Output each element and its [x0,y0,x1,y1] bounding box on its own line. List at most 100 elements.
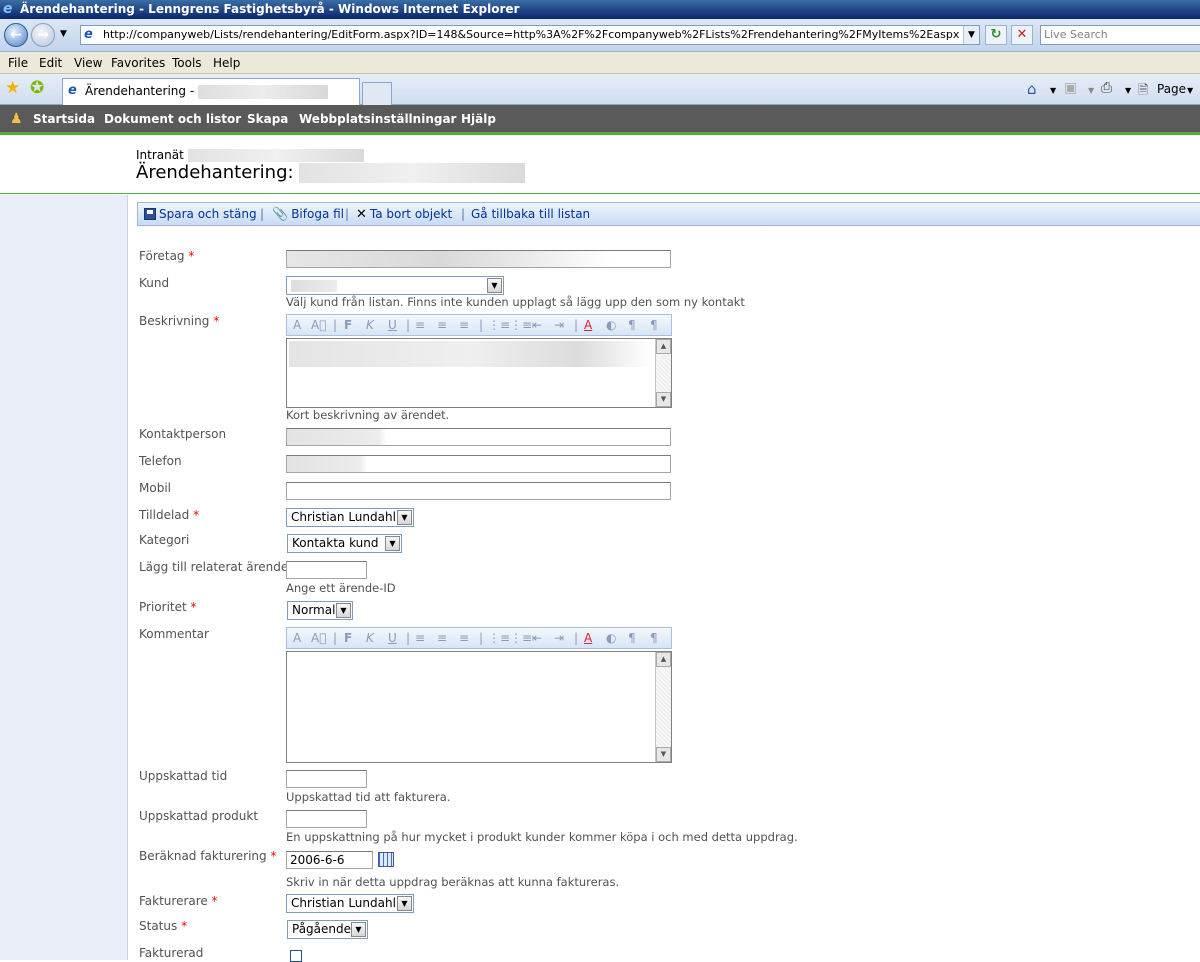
kommentar-scrollbar[interactable]: ▲ ▼ [655,652,671,762]
save-and-close-button[interactable]: Spara och stäng [144,207,257,221]
mobil-input[interactable] [286,482,671,500]
rte-text-color-icon[interactable]: A [584,631,592,645]
back-button[interactable]: ← [4,23,28,47]
menu-file[interactable]: File [8,56,28,70]
foretag-input[interactable] [286,250,671,268]
menu-view[interactable]: View [74,56,102,70]
rte-bold-icon[interactable]: F [344,631,352,645]
rte-align-right-icon[interactable]: ≡ [459,318,469,332]
rte-highlight-icon[interactable]: ◐ [606,318,616,332]
forward-button[interactable]: → [31,23,55,47]
menu-help[interactable]: Help [213,56,240,70]
rte-numbered-list-icon[interactable]: ⋮≡ [488,631,510,645]
rte-align-center-icon[interactable]: ≡ [437,631,447,645]
calendar-icon[interactable] [378,852,394,867]
status-dropdown-icon[interactable]: ▼ [351,922,366,937]
print-dropdown-icon[interactable]: ▼ [1125,86,1131,95]
telefon-input[interactable] [286,455,671,473]
feeds-icon[interactable]: ▣ [1064,80,1077,96]
nav-hjalp[interactable]: Hjälp [461,112,496,126]
menu-favorites[interactable]: Favorites [111,56,165,70]
kommentar-editor[interactable]: ▲ ▼ [286,651,672,763]
menu-edit[interactable]: Edit [39,56,62,70]
refresh-button[interactable]: ↻ [985,25,1007,45]
scroll-down-icon[interactable]: ▼ [656,392,671,407]
rte-rtl-icon[interactable]: ¶ [650,318,658,332]
rte-align-left-icon[interactable]: ≡ [415,631,425,645]
scroll-up-icon[interactable]: ▲ [656,339,671,354]
kategori-dropdown-icon[interactable]: ▼ [385,536,400,551]
rte-bold-icon[interactable]: F [344,318,352,332]
rte-indent-icon[interactable]: ⇥ [554,631,564,645]
rte-ltr-icon[interactable]: ¶ [628,631,636,645]
beskrivning-scrollbar[interactable]: ▲ ▼ [655,339,671,407]
rte-underline-icon[interactable]: U [388,318,397,332]
rte-font-size-icon[interactable]: A⃝ [311,318,326,332]
live-search-input[interactable]: Live Search [1040,25,1200,45]
tab-arendehantering[interactable]: e Ärendehantering - [62,78,360,105]
rte-text-color-icon[interactable]: A [584,318,592,332]
rte-font-icon[interactable]: A [293,631,301,645]
beraknad-fakturering-input[interactable]: 2006-6-6 [286,851,373,869]
url-input[interactable]: e http://companyweb/Lists/rendehantering… [80,25,980,45]
back-to-list-button[interactable]: Gå tillbaka till listan [471,207,590,221]
rte-align-center-icon[interactable]: ≡ [437,318,447,332]
rte-underline-icon[interactable]: U [388,631,397,645]
rte-outdent-icon[interactable]: ⇤ [532,318,542,332]
menu-tools[interactable]: Tools [172,56,202,70]
rte-outdent-icon[interactable]: ⇤ [532,631,542,645]
page-menu-label[interactable]: Page [1157,82,1186,96]
page-dropdown-icon[interactable]: ▼ [1187,86,1193,95]
rte-highlight-icon[interactable]: ◐ [606,631,616,645]
rte-italic-icon[interactable]: K [366,318,374,332]
favorites-star-icon[interactable]: ★ [5,80,20,97]
label-tilldelad-text: Tilldelad [139,508,190,522]
new-tab-button[interactable] [362,82,392,105]
print-icon[interactable]: ⎙ [1101,80,1112,96]
rte-font-icon[interactable]: A [293,318,301,332]
home-icon[interactable]: ⌂ [1027,80,1037,98]
rte-rtl-icon[interactable]: ¶ [650,631,658,645]
page-menu-icon[interactable]: 🗎 [1138,81,1148,103]
rte-ltr-icon[interactable]: ¶ [628,318,636,332]
nav-skapa[interactable]: Skapa [247,112,288,126]
rte-font-size-icon[interactable]: A⃝ [311,631,326,645]
kund-dropdown-icon[interactable]: ▼ [487,278,502,293]
tilldelad-select[interactable]: Christian Lundahl ▼ [286,508,414,527]
rte-numbered-list-icon[interactable]: ⋮≡ [488,318,510,332]
uppskattad-tid-input[interactable] [286,770,367,788]
fakturerad-checkbox[interactable] [290,950,302,962]
breadcrumb-intranat[interactable]: Intranät [136,148,184,162]
home-dropdown-icon[interactable]: ▼ [1050,86,1056,95]
url-dropdown-icon[interactable]: ▼ [963,26,979,44]
kontaktperson-input[interactable] [286,428,671,446]
nav-startsida[interactable]: Startsida [33,112,95,126]
scroll-down-icon[interactable]: ▼ [656,747,671,762]
scroll-up-icon[interactable]: ▲ [656,652,671,667]
prioritet-dropdown-icon[interactable]: ▼ [336,603,351,618]
nav-webbplatsinstallningar[interactable]: Webbplatsinställningar [299,112,456,126]
fakturerare-select[interactable]: Christian Lundahl ▼ [286,894,414,913]
relaterat-arende-input[interactable] [286,561,367,579]
uppskattad-produkt-input[interactable] [286,810,367,828]
prioritet-select[interactable]: Normal ▼ [287,601,353,620]
history-dropdown-icon[interactable]: ▼ [60,29,67,39]
beskrivning-editor[interactable]: ▲ ▼ [286,338,672,408]
rte-italic-icon[interactable]: K [366,631,374,645]
rte-bullet-list-icon[interactable]: ⋮≡ [510,631,532,645]
status-select[interactable]: Pågående ▼ [287,920,368,939]
kategori-select[interactable]: Kontakta kund ▼ [287,534,402,553]
rte-bullet-list-icon[interactable]: ⋮≡ [510,318,532,332]
stop-button[interactable]: ✕ [1011,25,1033,45]
nav-dokument-och-listor[interactable]: Dokument och listor [104,112,241,126]
tilldelad-dropdown-icon[interactable]: ▼ [397,510,412,525]
fakturerare-dropdown-icon[interactable]: ▼ [397,896,412,911]
rte-align-left-icon[interactable]: ≡ [415,318,425,332]
feeds-dropdown-icon[interactable]: ▼ [1088,86,1094,95]
kund-select[interactable]: ▼ [286,276,504,295]
attach-file-button[interactable]: 📎 Bifoga fil [272,207,344,222]
rte-align-right-icon[interactable]: ≡ [459,631,469,645]
add-favorites-icon[interactable]: ✪ [30,80,44,97]
rte-indent-icon[interactable]: ⇥ [554,318,564,332]
delete-item-button[interactable]: ✕ Ta bort objekt [356,207,452,222]
